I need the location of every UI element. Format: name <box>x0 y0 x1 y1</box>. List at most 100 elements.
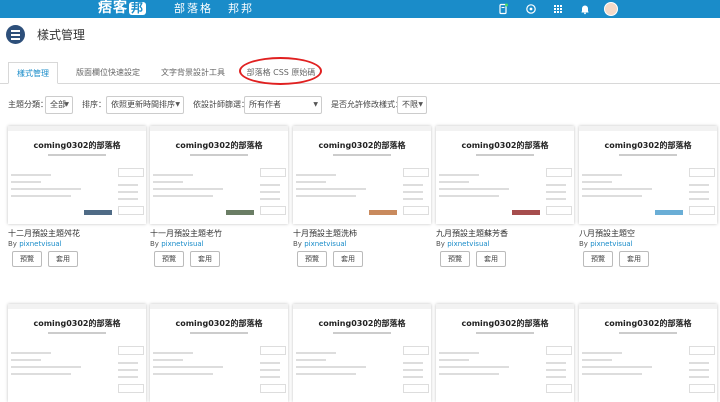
nav-bangbang[interactable]: 邦邦 <box>228 0 254 18</box>
page-title: 樣式管理 <box>37 28 86 42</box>
preview-text-line <box>153 174 193 176</box>
preview-subtitle-line <box>48 154 106 156</box>
category-select[interactable]: 全部 ▼ <box>45 96 73 114</box>
theme-preview-thumbnail[interactable]: coming0302的部落格 <box>293 126 431 224</box>
preview-side-line <box>403 198 423 200</box>
preview-text-line <box>582 181 612 183</box>
theme-preview-thumbnail[interactable]: coming0302的部落格 <box>150 304 288 402</box>
preview-side-line <box>546 369 566 371</box>
tab-text-background-tool[interactable]: 文字背景設計工具 <box>157 62 229 84</box>
preview-header-strip <box>293 126 431 131</box>
preview-side-line <box>546 184 566 186</box>
theme-preview-thumbnail[interactable]: coming0302的部落格 <box>150 126 288 224</box>
preview-side-line <box>546 191 566 193</box>
theme-author-line: By pixnetvisual <box>293 239 347 250</box>
editable-select[interactable]: 不限 ▼ <box>397 96 427 114</box>
preview-side-line <box>546 362 566 364</box>
preview-button[interactable]: 預覽 <box>154 251 184 267</box>
preview-side-line <box>403 369 423 371</box>
pixnet-logo[interactable]: 痞客邦 <box>98 0 147 17</box>
preview-side-line <box>118 198 138 200</box>
preview-search-box <box>546 168 572 177</box>
apply-button[interactable]: 套用 <box>619 251 649 267</box>
avatar[interactable] <box>604 2 618 16</box>
preview-side-box <box>260 384 286 393</box>
preview-text-line <box>296 174 336 176</box>
preview-text-line <box>582 366 652 368</box>
preview-text-line <box>439 359 469 361</box>
preview-side-line <box>403 184 423 186</box>
preview-button[interactable]: 預覽 <box>583 251 613 267</box>
sort-select[interactable]: 依照更新時間排序 ▼ <box>106 96 184 114</box>
theme-preview-thumbnail[interactable]: coming0302的部落格 <box>436 304 574 402</box>
preview-side-line <box>689 376 709 378</box>
preview-text-line <box>582 174 622 176</box>
designer-select[interactable]: 所有作者 ▼ <box>244 96 322 114</box>
apply-button[interactable]: 套用 <box>333 251 363 267</box>
preview-text-line <box>296 366 366 368</box>
preview-text-line <box>11 352 51 354</box>
preview-button[interactable]: 預覽 <box>440 251 470 267</box>
preview-text-line <box>153 366 223 368</box>
preview-button[interactable]: 預覽 <box>12 251 42 267</box>
preview-text-line <box>11 188 81 190</box>
apps-grid-icon[interactable] <box>552 3 564 15</box>
apply-button[interactable]: 套用 <box>190 251 220 267</box>
tab-layout-quick-settings[interactable]: 版面欄位快速設定 <box>72 62 144 84</box>
theme-name: 九月預設主題蘇芳香 <box>436 229 508 238</box>
theme-author-link[interactable]: pixnetvisual <box>19 240 61 248</box>
chevron-down-icon: ▼ <box>175 101 180 108</box>
preview-text-line <box>582 373 642 375</box>
preview-header-strip <box>436 126 574 131</box>
logo-text: 痞客 <box>98 0 128 16</box>
theme-author-line: By pixnetvisual <box>8 239 62 250</box>
preview-side-line <box>260 198 280 200</box>
preview-text-line <box>153 195 213 197</box>
preview-subtitle-line <box>333 154 391 156</box>
preview-text-line <box>439 366 509 368</box>
preview-title: coming0302的部落格 <box>175 141 263 150</box>
preview-title: coming0302的部落格 <box>33 319 121 328</box>
preview-text-line <box>296 352 336 354</box>
theme-author-link[interactable]: pixnetvisual <box>161 240 203 248</box>
preview-button[interactable]: 預覽 <box>297 251 327 267</box>
document-icon[interactable] <box>497 3 509 15</box>
theme-preview-thumbnail[interactable]: coming0302的部落格 <box>293 304 431 402</box>
preview-header-strip <box>150 304 288 309</box>
by-label: By <box>436 240 445 248</box>
preview-text-line <box>153 181 183 183</box>
preview-header-strip <box>579 126 717 131</box>
preview-side-line <box>689 369 709 371</box>
hamburger-menu-icon[interactable] <box>6 25 25 44</box>
by-label: By <box>579 240 588 248</box>
theme-preview-thumbnail[interactable]: coming0302的部落格 <box>8 304 146 402</box>
preview-text-line <box>296 181 326 183</box>
bell-icon[interactable] <box>579 3 591 15</box>
theme-author-link[interactable]: pixnetvisual <box>447 240 489 248</box>
theme-author-link[interactable]: pixnetvisual <box>304 240 346 248</box>
nav-blog[interactable]: 部落格 <box>174 0 213 18</box>
preview-side-line <box>118 184 138 186</box>
preview-text-line <box>582 359 612 361</box>
preview-subtitle-line <box>190 154 248 156</box>
theme-author-link[interactable]: pixnetvisual <box>590 240 632 248</box>
theme-preview-thumbnail[interactable]: coming0302的部落格 <box>436 126 574 224</box>
by-label: By <box>293 240 302 248</box>
theme-preview-thumbnail[interactable]: coming0302的部落格 <box>579 126 717 224</box>
sort-label: 排序： <box>82 100 106 109</box>
tab-style-management[interactable]: 樣式管理 <box>8 62 58 84</box>
preview-side-line <box>118 369 138 371</box>
designer-filter-label: 依設計師篩選： <box>193 100 249 109</box>
theme-preview-thumbnail[interactable]: coming0302的部落格 <box>579 304 717 402</box>
preview-side-box <box>546 206 572 215</box>
apply-button[interactable]: 套用 <box>48 251 78 267</box>
theme-preview-thumbnail[interactable]: coming0302的部落格 <box>8 126 146 224</box>
search-icon[interactable] <box>525 3 537 15</box>
apply-button[interactable]: 套用 <box>476 251 506 267</box>
preview-header-strip <box>579 304 717 309</box>
preview-text-line <box>153 188 223 190</box>
preview-subtitle-line <box>333 332 391 334</box>
preview-text-line <box>296 195 356 197</box>
preview-header-strip <box>293 304 431 309</box>
preview-text-line <box>153 359 183 361</box>
